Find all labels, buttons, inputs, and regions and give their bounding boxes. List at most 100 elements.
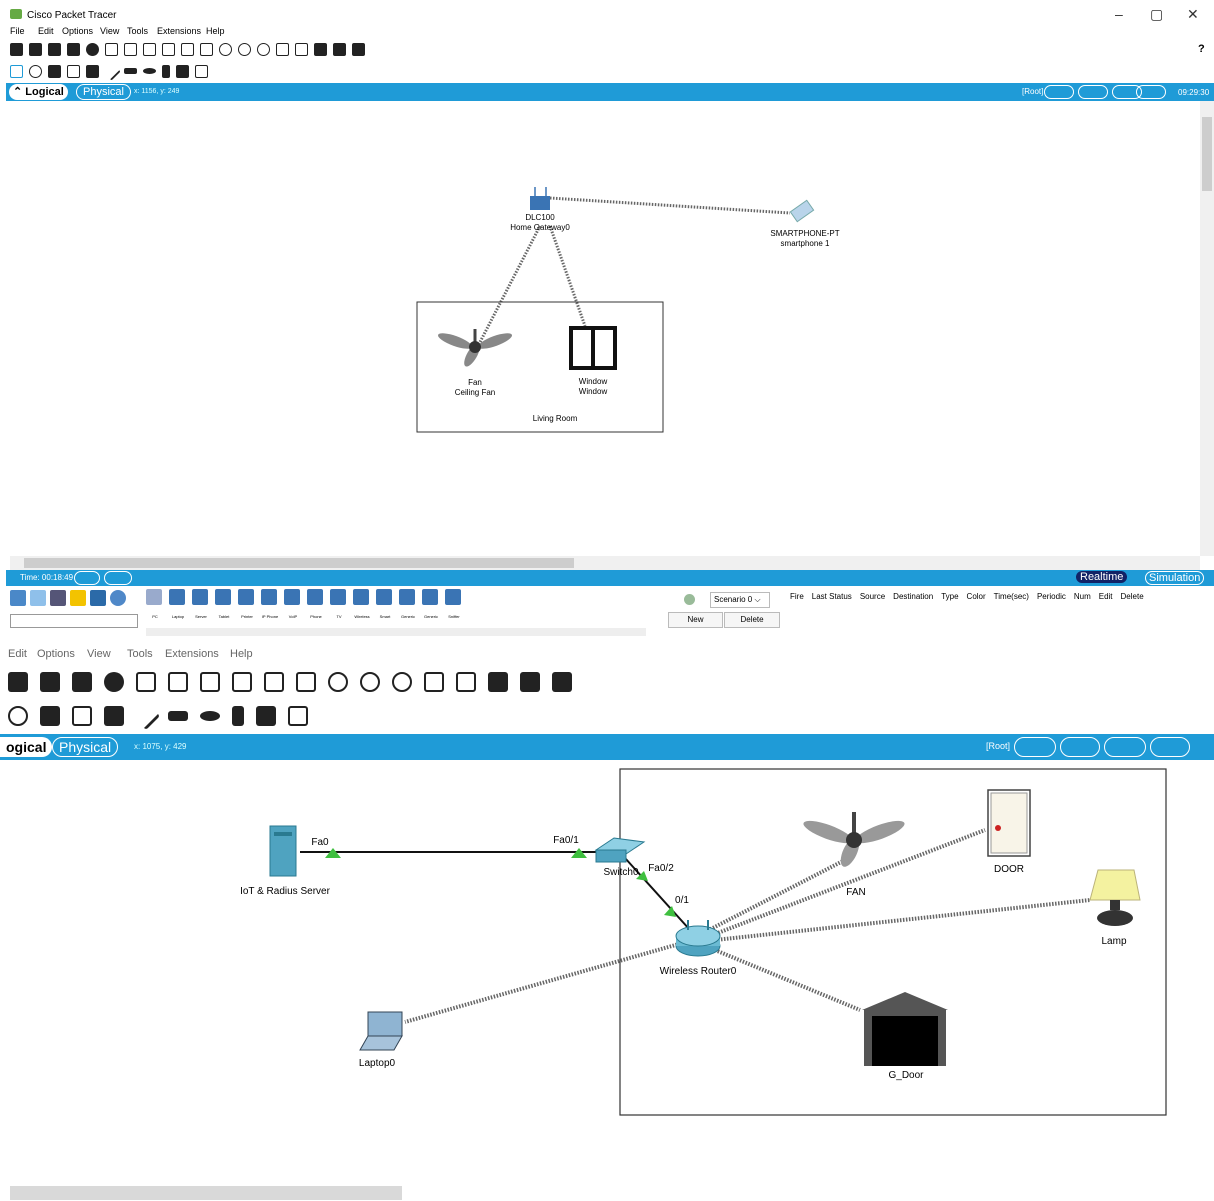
- help-icon[interactable]: ?: [1198, 43, 1205, 55]
- complex-pdu-icon[interactable]: [288, 706, 308, 726]
- connections-icon[interactable]: [70, 590, 86, 606]
- window-icon[interactable]: [569, 326, 617, 370]
- back-button[interactable]: [1044, 85, 1074, 99]
- power-cycle-icon[interactable]: [74, 571, 100, 585]
- laptop-icon[interactable]: [359, 1011, 403, 1051]
- zoom-out-icon[interactable]: [257, 42, 270, 56]
- menu-help[interactable]: Help: [206, 26, 225, 36]
- ellipse-icon[interactable]: [143, 68, 156, 74]
- inspect-icon[interactable]: [8, 706, 28, 726]
- root-label[interactable]: [Root]: [1022, 87, 1043, 96]
- cloud-icon[interactable]: [1060, 737, 1100, 757]
- network-info-icon[interactable]: [168, 672, 188, 692]
- menu-view[interactable]: View: [87, 648, 111, 660]
- close-icon[interactable]: ✕: [1187, 6, 1199, 23]
- zoom-in-icon[interactable]: [219, 42, 232, 56]
- screenshot-icon[interactable]: [352, 42, 365, 56]
- end-devices-icon[interactable]: [30, 590, 46, 606]
- menu-edit[interactable]: Edit: [8, 648, 27, 660]
- paste-icon[interactable]: [162, 42, 175, 56]
- tab-logical[interactable]: ogical: [0, 737, 53, 757]
- print-icon[interactable]: [72, 672, 92, 692]
- info-icon[interactable]: [86, 42, 99, 56]
- menu-help[interactable]: Help: [230, 648, 253, 660]
- menu-options[interactable]: Options: [62, 26, 93, 36]
- zoom-out-icon[interactable]: [392, 672, 412, 692]
- rectangle-icon[interactable]: [168, 711, 188, 721]
- menu-extensions[interactable]: Extensions: [157, 26, 201, 36]
- freeform-icon[interactable]: [232, 706, 244, 726]
- simulation-button[interactable]: Simulation: [1145, 571, 1205, 585]
- router-icon[interactable]: [675, 920, 721, 957]
- line-icon[interactable]: [131, 701, 161, 731]
- note-icon[interactable]: [86, 64, 99, 78]
- network-info-icon[interactable]: [124, 42, 137, 56]
- environment-icon[interactable]: [1150, 737, 1190, 757]
- fast-forward-icon[interactable]: [104, 571, 132, 585]
- new-file-icon[interactable]: [10, 42, 23, 56]
- logical-workspace[interactable]: DLC100 Home Gateway0 SMARTPHONE-PT smart…: [10, 101, 1200, 556]
- tab-physical[interactable]: Physical: [52, 737, 119, 757]
- zoom-reset-icon[interactable]: [360, 672, 380, 692]
- minimize-icon[interactable]: –: [1115, 6, 1123, 22]
- scenario-select[interactable]: Scenario 0 ⌵: [710, 592, 770, 608]
- save-icon[interactable]: [48, 42, 61, 56]
- tab-physical[interactable]: Physical: [76, 84, 131, 100]
- delete-scenario-button[interactable]: Delete: [724, 612, 780, 628]
- smartphone-icon[interactable]: [789, 199, 815, 223]
- garage-door-icon[interactable]: [862, 992, 948, 1066]
- maximize-icon[interactable]: ▢: [1150, 6, 1163, 23]
- save-icon[interactable]: [40, 672, 60, 692]
- misc-icon[interactable]: [90, 590, 106, 606]
- fan-icon[interactable]: [436, 329, 513, 369]
- custom-devices-icon[interactable]: [295, 42, 308, 56]
- device-search-field[interactable]: [10, 614, 138, 628]
- scroll-thumb[interactable]: [24, 558, 574, 568]
- ceiling-fan-icon[interactable]: [801, 812, 907, 869]
- view-button[interactable]: [1104, 737, 1146, 757]
- home-gateway-icon[interactable]: [530, 187, 550, 210]
- redo-icon[interactable]: [200, 42, 213, 56]
- info-icon[interactable]: [104, 672, 124, 692]
- pdu-icon[interactable]: [176, 64, 189, 78]
- drawing-palette-icon[interactable]: [424, 672, 444, 692]
- switch-icon[interactable]: [594, 837, 646, 863]
- resize-icon[interactable]: [72, 706, 92, 726]
- open-folder-icon[interactable]: [29, 42, 42, 56]
- scroll-thumb[interactable]: [1202, 117, 1212, 191]
- cluster-icon[interactable]: [520, 672, 540, 692]
- ellipse-icon[interactable]: [200, 711, 220, 721]
- menu-edit[interactable]: Edit: [38, 26, 54, 36]
- drawing-palette-icon[interactable]: [276, 42, 289, 56]
- menu-tools[interactable]: Tools: [127, 26, 148, 36]
- copy-icon[interactable]: [200, 672, 220, 692]
- root-label[interactable]: [Root]: [986, 741, 1010, 751]
- screenshot-icon[interactable]: [552, 672, 572, 692]
- complex-pdu-icon[interactable]: [195, 64, 208, 78]
- zoom-in-icon[interactable]: [328, 672, 348, 692]
- logical-workspace-2[interactable]: IoT & Radius Server Switch0 Wireless Rou…: [0, 760, 1214, 1180]
- freeform-icon[interactable]: [162, 64, 170, 78]
- server-icon[interactable]: [269, 825, 297, 877]
- activity-wizard-icon[interactable]: [105, 42, 118, 56]
- zoom-reset-icon[interactable]: [238, 42, 251, 56]
- note-icon[interactable]: [104, 706, 124, 726]
- paste-icon[interactable]: [232, 672, 252, 692]
- back-button[interactable]: [1014, 737, 1056, 757]
- menu-tools[interactable]: Tools: [127, 648, 153, 660]
- inspect-icon[interactable]: [29, 64, 42, 78]
- activity-wizard-icon[interactable]: [136, 672, 156, 692]
- rectangle-icon[interactable]: [124, 68, 137, 74]
- delete-icon[interactable]: [48, 64, 61, 78]
- menu-options[interactable]: Options: [37, 648, 75, 660]
- components-icon[interactable]: [50, 590, 66, 606]
- door-icon[interactable]: [987, 789, 1031, 857]
- environment-icon[interactable]: [1136, 85, 1166, 99]
- network-devices-icon[interactable]: [10, 590, 26, 606]
- copy-icon[interactable]: [143, 42, 156, 56]
- new-scenario-button[interactable]: New: [668, 612, 723, 628]
- menu-file[interactable]: File: [10, 26, 25, 36]
- line-icon[interactable]: [102, 61, 121, 81]
- resize-icon[interactable]: [67, 64, 80, 78]
- realtime-button[interactable]: Realtime: [1076, 571, 1128, 583]
